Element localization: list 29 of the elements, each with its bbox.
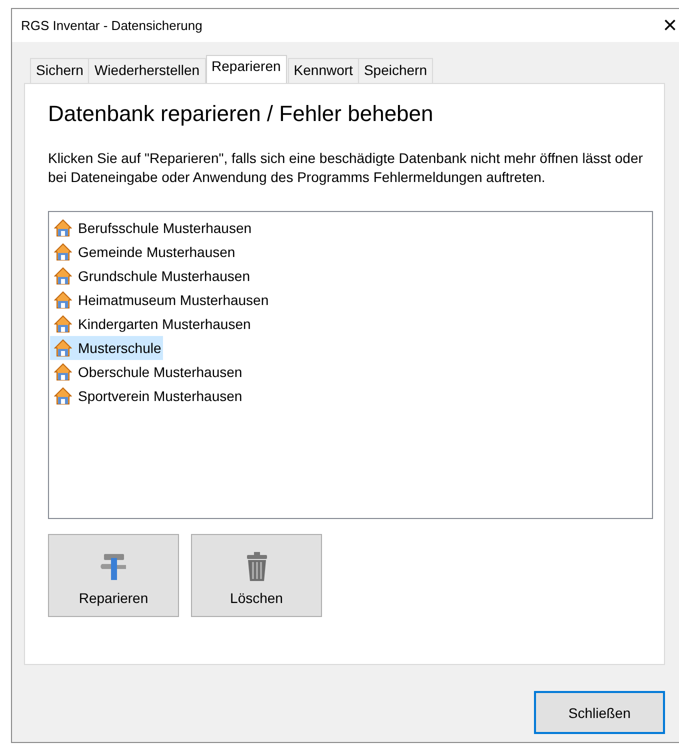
house-icon: [54, 387, 72, 405]
close-icon[interactable]: ×: [654, 14, 679, 38]
house-icon: [54, 243, 72, 261]
list-item[interactable]: Grundschule Musterhausen: [50, 264, 252, 288]
list-item[interactable]: Sportverein Musterhausen: [50, 384, 244, 408]
house-icon: [54, 363, 72, 381]
tab[interactable]: Speichern: [358, 58, 433, 83]
repair-button[interactable]: Reparieren: [48, 534, 179, 617]
tab[interactable]: Reparieren: [206, 55, 287, 83]
tab[interactable]: Kennwort: [288, 58, 359, 83]
description-text: Klicken Sie auf "Reparieren", falls sich eine beschädigte Datenbank nicht mehr öffnen lässt oder bei Dateneingabe oder Anwendung des Programms Fehlermeldungen auftreten.: [48, 149, 644, 187]
tab[interactable]: Sichern: [30, 58, 90, 83]
house-icon: [54, 219, 72, 237]
house-icon: [54, 315, 72, 333]
list-item[interactable]: Gemeinde Musterhausen: [50, 240, 238, 264]
close-button[interactable]: Schließen: [534, 691, 665, 734]
list-item[interactable]: Kindergarten Musterhausen: [50, 312, 253, 336]
house-icon: [54, 339, 72, 357]
trash-can-icon: [244, 552, 268, 582]
tab[interactable]: Wiederherstellen: [88, 58, 206, 83]
window-title: RGS Inventar - Datensicherung: [21, 18, 202, 33]
list-item[interactable]: Berufsschule Musterhausen: [50, 216, 254, 240]
list-item[interactable]: Musterschule: [50, 336, 164, 360]
panel-heading: Datenbank reparieren / Fehler beheben: [48, 101, 434, 127]
house-icon: [54, 291, 72, 309]
house-icon: [54, 267, 72, 285]
delete-button[interactable]: Löschen: [191, 534, 322, 617]
list-item[interactable]: Heimatmuseum Musterhausen: [50, 288, 271, 312]
list-item[interactable]: Oberschule Musterhausen: [50, 360, 244, 384]
